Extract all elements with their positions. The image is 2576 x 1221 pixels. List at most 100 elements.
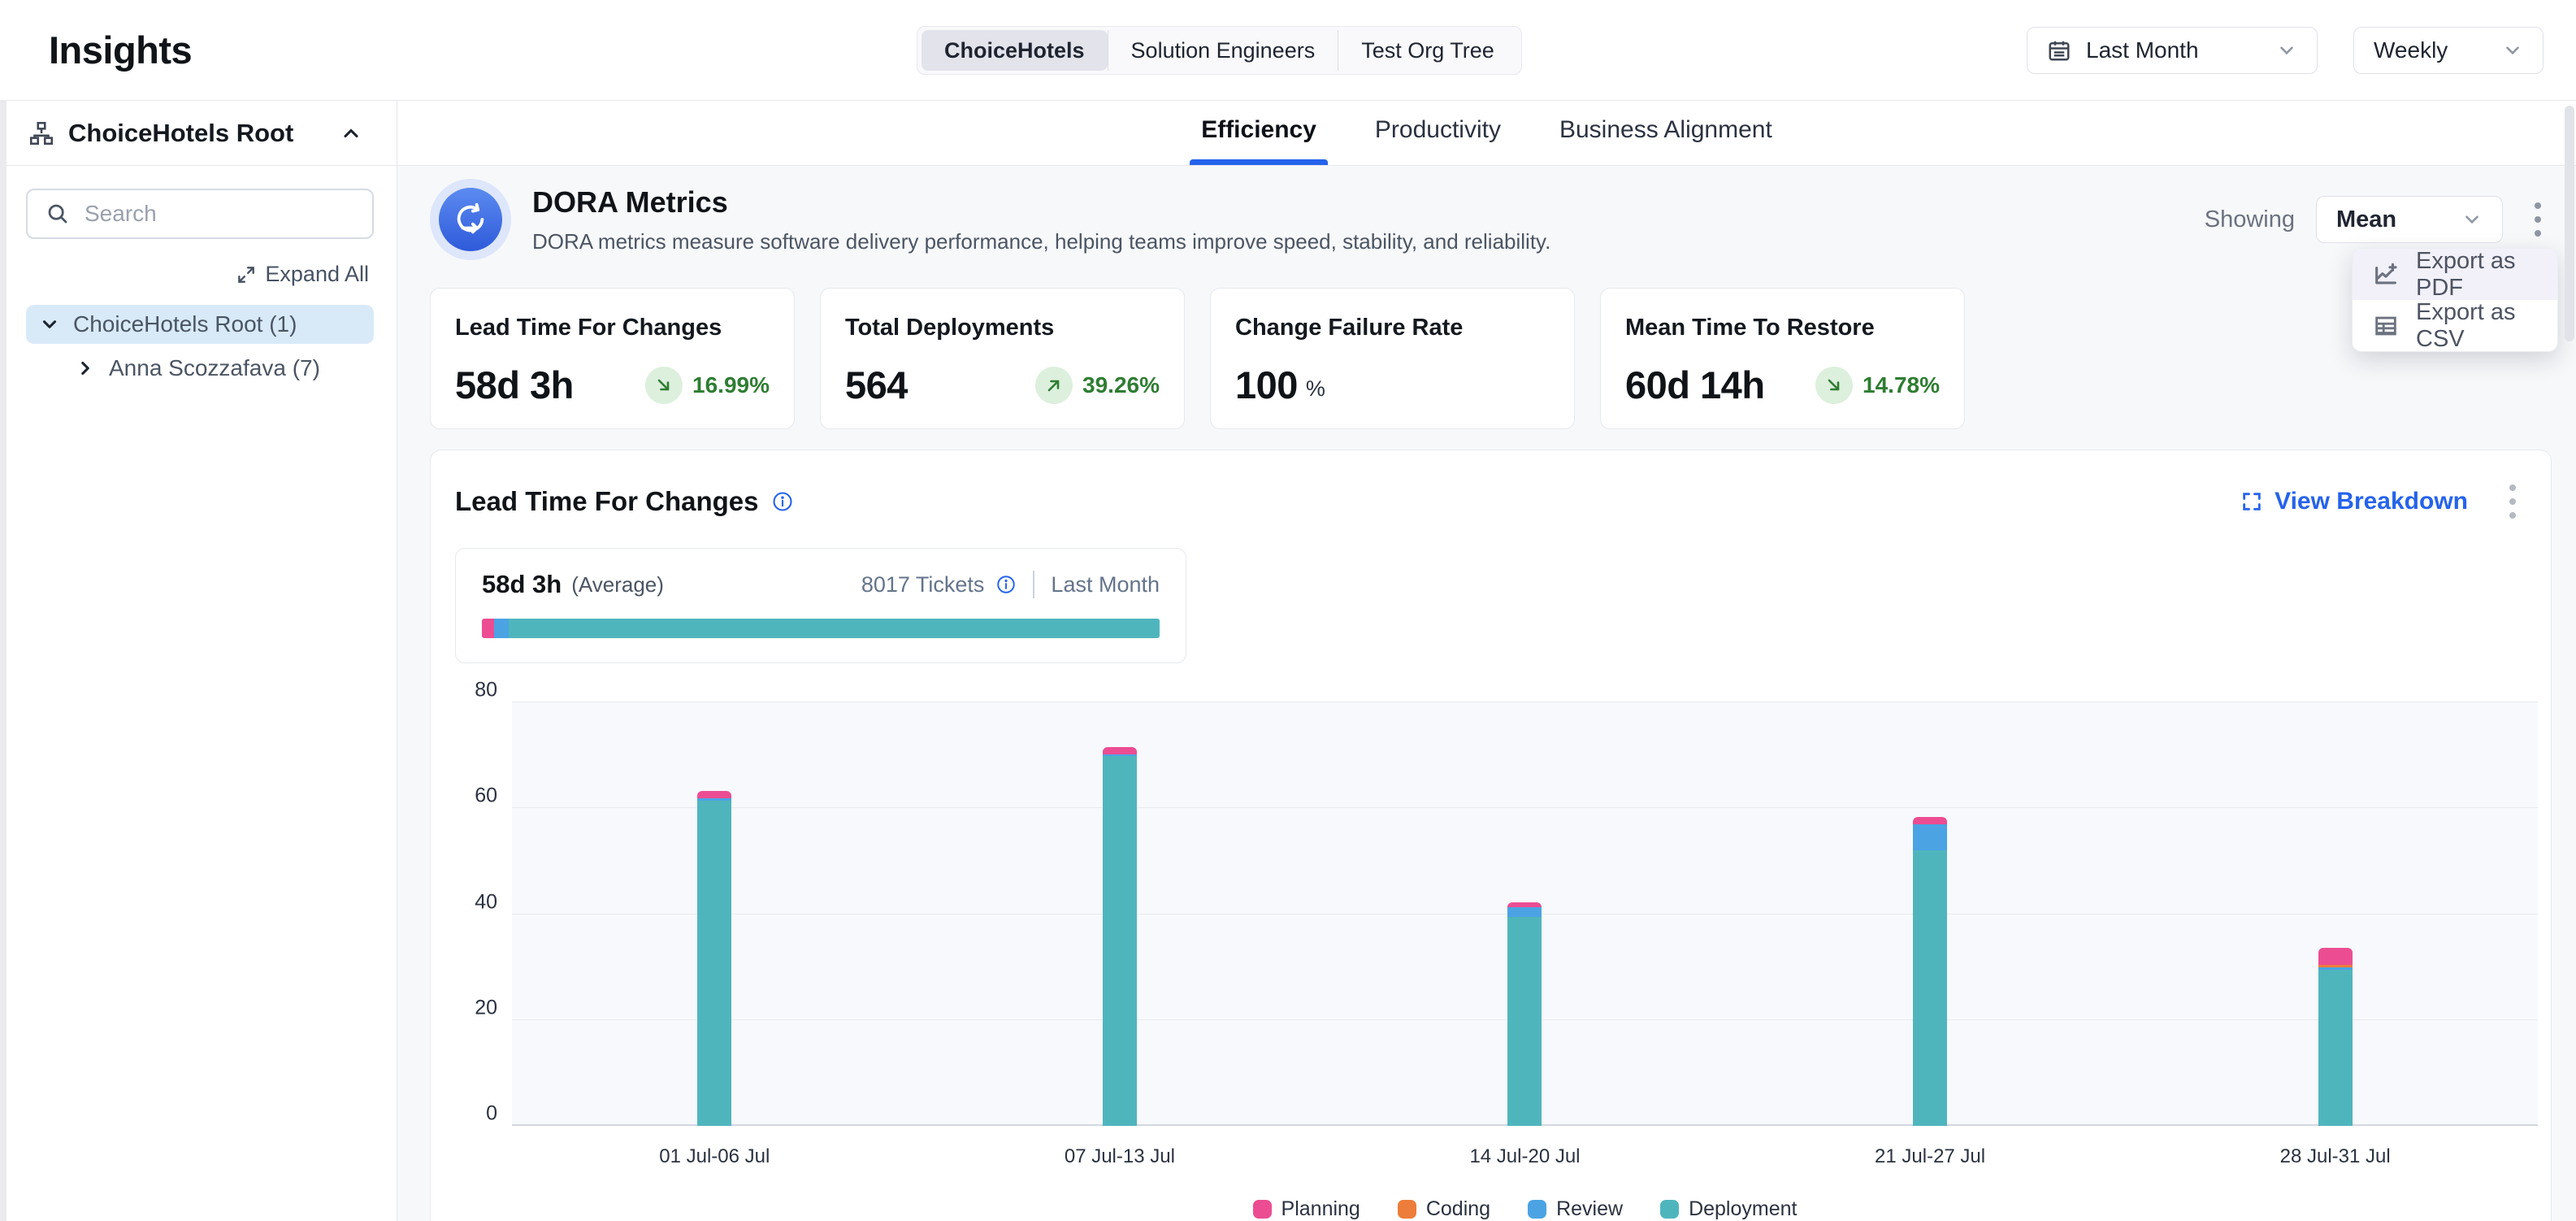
view-breakdown-link[interactable]: View Breakdown xyxy=(2240,488,2468,515)
showing-label: Showing xyxy=(2205,206,2295,233)
x-axis-label: 07 Jul-13 Jul xyxy=(917,1145,1323,1168)
bar-segment-planning xyxy=(697,791,731,797)
menu-item-label: Export as CSV xyxy=(2416,299,2538,353)
stacked-bar-07-jul-13-jul[interactable] xyxy=(1103,747,1137,1126)
lead-time-chart-card: Lead Time For Changes View Breakdown xyxy=(430,450,2552,1221)
chevron-right-icon[interactable] xyxy=(75,358,96,379)
sidebar-scrollbar[interactable] xyxy=(0,101,7,1221)
calendar-icon xyxy=(2047,38,2071,63)
x-axis-label: 21 Jul-27 Jul xyxy=(1728,1145,2133,1168)
tab-business-alignment[interactable]: Business Alignment xyxy=(1556,116,1776,165)
card-mean-time-to-restore: Mean Time To Restore 60d 14h 14.78% xyxy=(1600,288,1965,429)
summary-period: Last Month xyxy=(1051,572,1160,597)
x-axis-label: 28 Jul-31 Jul xyxy=(2132,1145,2538,1168)
sidebar-collapse-button[interactable] xyxy=(333,115,369,151)
progress-segment-review xyxy=(494,619,509,638)
stacked-bar-21-jul-27-jul[interactable] xyxy=(1913,817,1947,1126)
org-tab-choicehotels[interactable]: ChoiceHotels xyxy=(922,30,1108,71)
org-chart-icon xyxy=(28,119,55,147)
bar-segment-review xyxy=(1507,907,1542,917)
sidebar-header: ChoiceHotels Root xyxy=(0,101,397,166)
progress-segment-deployment xyxy=(509,619,1160,638)
bar-segment-planning xyxy=(2318,948,2353,965)
trend-up-icon xyxy=(1035,367,1073,404)
export-as-csv-item[interactable]: Export as CSV xyxy=(2353,300,2557,351)
legend-label: Planning xyxy=(1281,1197,1360,1221)
bar-segment-planning xyxy=(1913,817,1947,823)
page-scrollbar[interactable] xyxy=(2565,106,2574,341)
tree-item-choicehotels-root[interactable]: ChoiceHotels Root (1) xyxy=(26,305,374,344)
progress-segment-planning xyxy=(482,619,494,638)
y-tick-label: 80 xyxy=(449,679,497,702)
dora-cycle-icon xyxy=(430,179,511,260)
efficiency-content: DORA Metrics DORA metrics measure softwa… xyxy=(397,166,2576,1221)
chart-export-icon xyxy=(2372,261,2400,289)
app-header: Insights ChoiceHotels Solution Engineers… xyxy=(0,0,2576,101)
trend-down-icon xyxy=(1815,367,1853,404)
chevron-down-icon xyxy=(2276,40,2297,61)
summary-value: 58d 3h xyxy=(482,570,562,599)
sidebar-root-label: ChoiceHotels Root xyxy=(68,119,293,148)
metric-value: 564 xyxy=(845,363,908,407)
dora-kebab-menu-button[interactable] xyxy=(2524,196,2552,243)
chart-summary-box: 58d 3h (Average) 8017 Tickets Last Month xyxy=(455,548,1186,663)
metric-suffix: % xyxy=(1306,376,1325,402)
dora-header: DORA Metrics DORA metrics measure softwa… xyxy=(430,179,2552,260)
page-title: Insights xyxy=(49,28,192,72)
summary-qualifier: (Average) xyxy=(571,572,664,597)
date-range-select[interactable]: Last Month xyxy=(2027,27,2318,74)
expand-all-link[interactable]: Expand All xyxy=(236,262,369,287)
y-tick-label: 40 xyxy=(449,890,497,914)
metric-value: 60d 14h xyxy=(1625,363,1765,407)
table-icon xyxy=(2372,312,2400,340)
tab-efficiency[interactable]: Efficiency xyxy=(1198,116,1320,165)
card-lead-time-for-changes: Lead Time For Changes 58d 3h 16.99% xyxy=(430,288,795,429)
stacked-bar-14-jul-20-jul[interactable] xyxy=(1507,902,1542,1126)
bar-segment-deployment xyxy=(697,801,731,1126)
tab-productivity[interactable]: Productivity xyxy=(1372,116,1504,165)
legend-item-deployment[interactable]: Deployment xyxy=(1660,1197,1797,1221)
metric-title: Total Deployments xyxy=(845,315,1160,341)
org-tree-sidebar: ChoiceHotels Root Expand All xyxy=(0,101,397,1221)
aggregation-value: Mean xyxy=(2336,206,2396,233)
legend-swatch xyxy=(1253,1200,1272,1219)
chevron-down-icon xyxy=(2461,209,2483,230)
x-axis-label: 01 Jul-06 Jul xyxy=(512,1145,917,1168)
trend-value: 14.78% xyxy=(1863,372,1940,398)
card-total-deployments: Total Deployments 564 39.26% xyxy=(820,288,1185,429)
export-as-pdf-item[interactable]: Export as PDF xyxy=(2353,249,2557,300)
legend-swatch xyxy=(1660,1200,1679,1219)
y-tick-label: 20 xyxy=(449,996,497,1019)
search-icon xyxy=(46,202,70,226)
view-breakdown-label: View Breakdown xyxy=(2275,488,2468,515)
legend-label: Review xyxy=(1556,1197,1623,1221)
metric-cards-row: Lead Time For Changes 58d 3h 16.99% Tota… xyxy=(430,288,2552,429)
dora-subtitle: DORA metrics measure software delivery p… xyxy=(532,229,1550,254)
info-icon[interactable] xyxy=(995,574,1017,595)
sidebar-search[interactable] xyxy=(26,189,374,239)
search-input[interactable] xyxy=(85,201,354,227)
legend-item-review[interactable]: Review xyxy=(1528,1197,1623,1221)
org-tab-test-org-tree[interactable]: Test Org Tree xyxy=(1338,30,1517,71)
granularity-select[interactable]: Weekly xyxy=(2353,27,2543,74)
ticket-count: 8017 Tickets xyxy=(861,572,985,597)
org-switcher: ChoiceHotels Solution Engineers Test Org… xyxy=(917,26,1522,75)
org-tab-solution-engineers[interactable]: Solution Engineers xyxy=(1108,30,1338,71)
legend-item-coding[interactable]: Coding xyxy=(1398,1197,1490,1221)
tree-item-anna-scozzafava[interactable]: Anna Scozzafava (7) xyxy=(62,349,374,388)
info-icon[interactable] xyxy=(771,490,794,513)
legend-item-planning[interactable]: Planning xyxy=(1253,1197,1360,1221)
metric-value: 58d 3h xyxy=(455,363,574,407)
card-change-failure-rate: Change Failure Rate 100 % xyxy=(1210,288,1575,429)
bar-segment-deployment xyxy=(1507,917,1542,1126)
trend-badge: 39.26% xyxy=(1035,367,1160,404)
bar-segment-deployment xyxy=(2318,970,2353,1126)
stacked-bar-01-jul-06-jul[interactable] xyxy=(697,791,731,1126)
showing-group: Showing Mean xyxy=(2205,196,2552,243)
aggregation-select[interactable]: Mean xyxy=(2316,196,2503,243)
y-tick-label: 0 xyxy=(449,1102,497,1126)
stacked-bar-28-jul-31-jul[interactable] xyxy=(2318,948,2353,1126)
chart-kebab-menu-button[interactable] xyxy=(2499,478,2526,525)
chevron-down-icon[interactable] xyxy=(39,314,60,335)
chart-legend: Planning Coding Review Deployment xyxy=(512,1197,2538,1221)
